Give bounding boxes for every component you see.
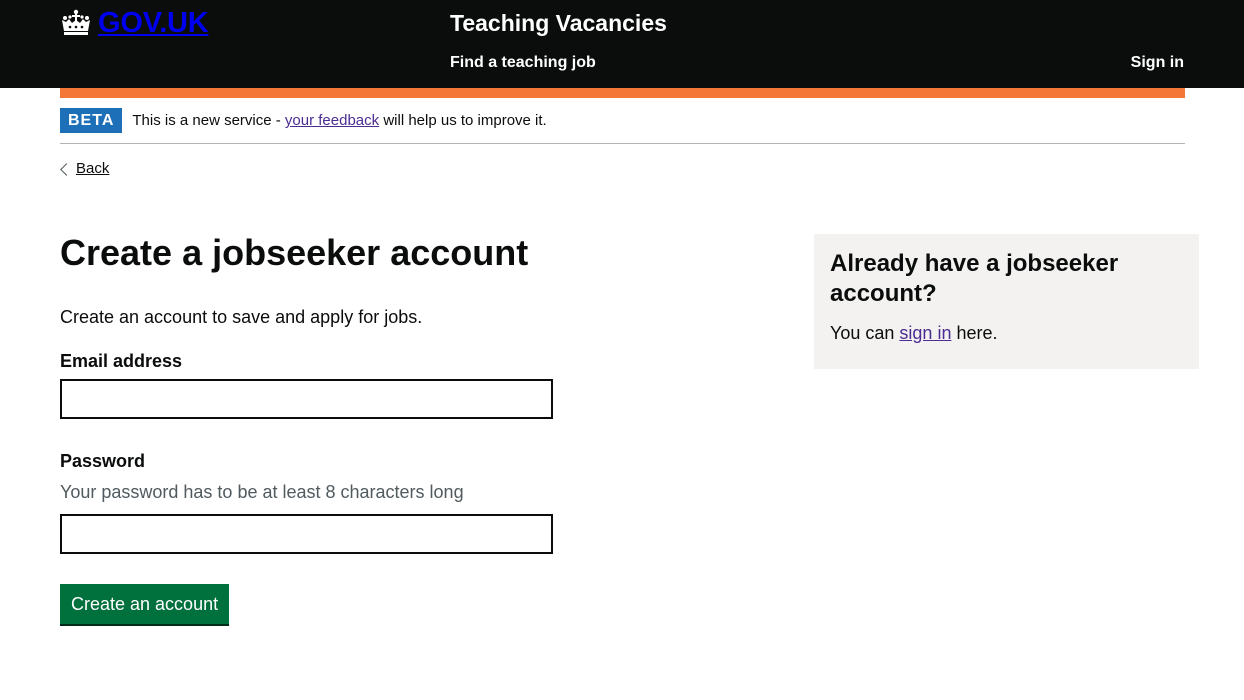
password-label: Password [60,451,146,471]
crown-icon [60,9,92,37]
chevron-left-icon [60,162,73,176]
password-hint: Your password has to be at least 8 chara… [60,482,464,502]
create-account-button[interactable]: Create an account [60,584,230,624]
aside-sign-in-link[interactable]: sign in [899,323,951,343]
sign-in-aside: Already have a jobseeker account? You ca… [814,234,1199,369]
phase-text-before: This is a new service - [132,112,281,129]
aside-heading: Already have a jobseeker account? [830,250,1119,307]
aside-text-before: You can [830,323,895,343]
phase-banner: BETA This is a new service - your feedba… [60,108,1185,144]
phase-colour-bar [60,88,1185,98]
password-field[interactable] [60,514,553,554]
nav-find-teaching-job[interactable]: Find a teaching job [450,53,596,73]
header-sign-in-link[interactable]: Sign in [1131,53,1184,73]
page-title: Create a jobseeker account [60,232,529,273]
beta-tag: BETA [60,108,123,133]
feedback-link[interactable]: your feedback [285,112,379,129]
email-field[interactable] [60,379,553,419]
site-header: GOV.UK Teaching Vacancies Find a teachin… [0,0,1244,88]
back-link[interactable]: Back [60,158,109,180]
govuk-logo-link[interactable]: GOV.UK [60,6,209,40]
email-label: Email address [60,351,183,371]
aside-text-after: here. [956,323,998,343]
phase-banner-text: This is a new service - your feedback wi… [132,108,546,133]
phase-text-after: will help us to improve it. [383,112,547,129]
back-link-label: Back [76,160,110,177]
aside-text: You can sign in here. [830,321,1183,346]
page-lede: Create an account to save and apply for … [60,307,423,327]
logo-text: GOV.UK [98,7,209,39]
service-name-link[interactable]: Teaching Vacancies [450,8,667,38]
